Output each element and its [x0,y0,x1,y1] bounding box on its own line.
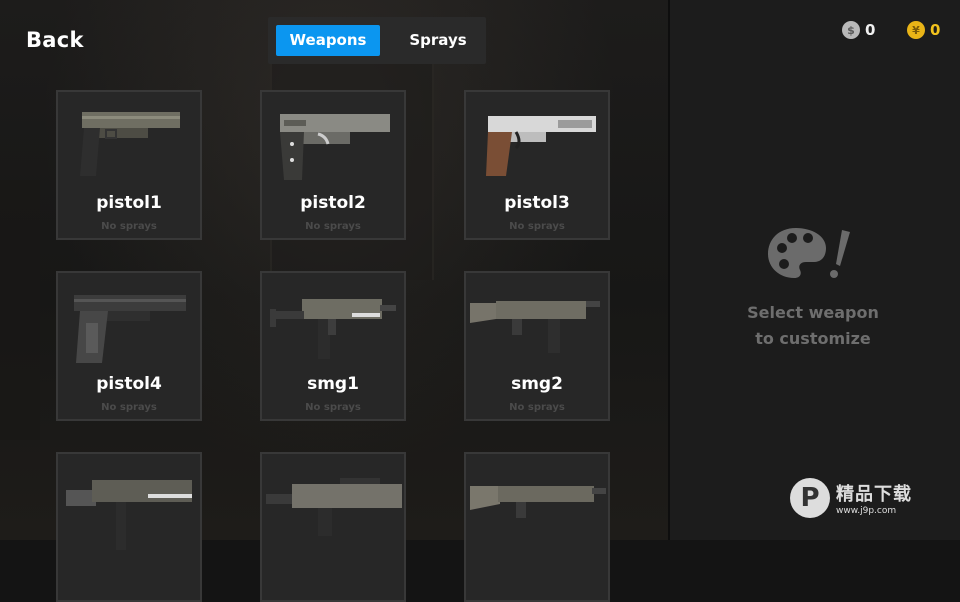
weapon-name: pistol1 [96,193,162,213]
tab-sprays[interactable]: Sprays [392,25,484,56]
palette-icon [768,228,850,278]
weapon-name: pistol2 [300,193,366,213]
weapon-card-pistol3[interactable]: pistol3 No sprays [464,90,610,240]
silver-amount: 0 [865,21,876,39]
silver-coin-icon: $ [842,21,860,39]
weapon-spray-status: No sprays [101,221,157,232]
gold-currency: ¥ 0 [907,20,940,40]
weapon-spray-status: No sprays [305,402,361,413]
weapon-name: smg2 [511,374,563,394]
hint-line-2: to customize [755,329,871,348]
weapon-card-8[interactable] [260,452,406,602]
weapon-spray-status: No sprays [509,402,565,413]
weapon-card-7[interactable] [56,452,202,602]
weapon-name: smg1 [307,374,359,394]
smg3-icon [66,480,192,550]
weapon-spray-status: No sprays [509,221,565,232]
gold-amount: 0 [930,21,941,39]
pistol1-icon [80,112,180,176]
back-button[interactable]: Back [26,28,84,52]
watermark-url: www.j9p.com [836,506,897,516]
smg1-icon [270,299,396,359]
pistol2-icon [280,114,390,180]
watermark-text: 精品下载 [836,484,912,505]
smg4-icon [266,478,402,536]
watermark: P 精品下载 www.j9p.com [790,478,912,518]
watermark-logo: P [790,478,830,518]
weapon-name: pistol4 [96,374,162,394]
weapon-card-pistol1[interactable]: pistol1 No sprays [56,90,202,240]
smg2-icon [470,301,600,353]
smg5-icon [470,486,606,518]
pistol3-icon [486,116,596,176]
weapon-name: pistol3 [504,193,570,213]
customize-hint: Select weapon to customize [700,300,926,352]
weapon-card-smg2[interactable]: smg2 No sprays [464,271,610,421]
weapon-spray-status: No sprays [305,221,361,232]
weapon-card-pistol4[interactable]: pistol4 No sprays [56,271,202,421]
weapon-card-smg1[interactable]: smg1 No sprays [260,271,406,421]
pistol4-icon [74,295,186,363]
background-wall [0,180,40,440]
weapon-card-pistol2[interactable]: pistol2 No sprays [260,90,406,240]
tab-weapons[interactable]: Weapons [276,25,380,56]
silver-currency: $ 0 [842,20,875,40]
gold-coin-icon: ¥ [907,21,925,39]
hint-line-1: Select weapon [747,303,879,322]
weapon-spray-status: No sprays [101,402,157,413]
category-tabs: Weapons Sprays [268,17,486,64]
weapon-card-9[interactable] [464,452,610,602]
